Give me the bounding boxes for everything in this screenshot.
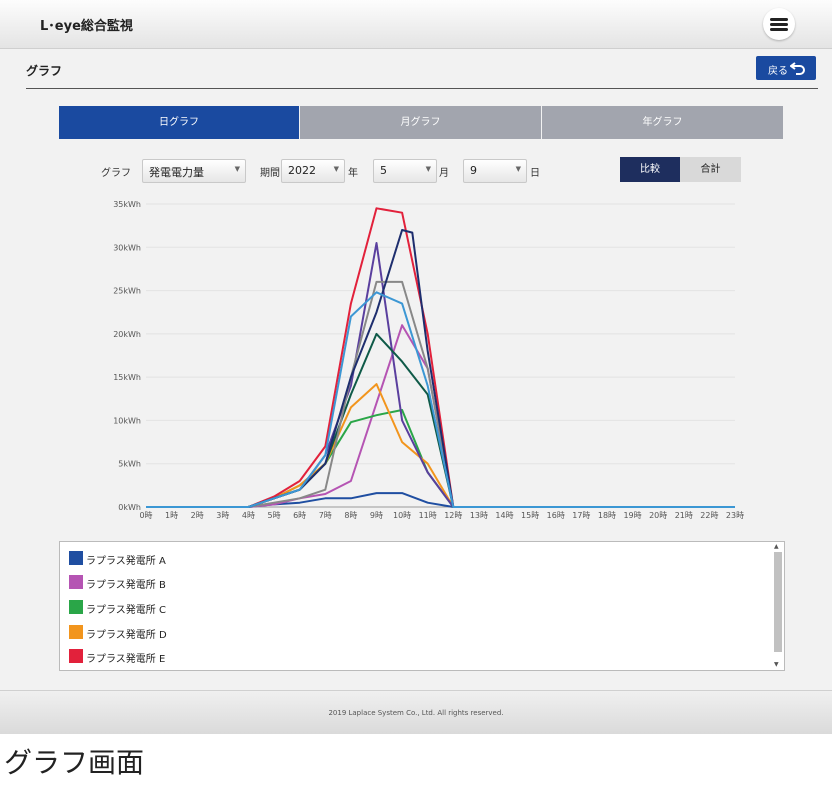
- x-tick-label: 21時: [675, 511, 693, 520]
- legend-swatch: [69, 575, 83, 589]
- tab-monthly[interactable]: 月グラフ: [300, 106, 541, 139]
- screen-caption: グラフ画面: [4, 746, 145, 779]
- series-line: [146, 291, 735, 508]
- day-select[interactable]: 9 ▼: [463, 159, 527, 183]
- power-generation-chart: 0kWh 5kWh 10kWh 15kWh 20kWh 25kWh 30kWh 35kWh 0時…: [113, 200, 744, 520]
- chevron-down-icon: ▼: [333, 165, 339, 173]
- footer: 2019 Laplace System Co., Ltd. All rights…: [0, 690, 832, 734]
- legend-label: ラプラス発電所 C: [86, 605, 166, 616]
- x-tick-label: 12時: [444, 511, 462, 520]
- back-button[interactable]: 戻る: [756, 56, 816, 80]
- app-window: L･eye総合監視 グラフ 戻る 日グラフ 月グラフ 年グラフ グラフ 発電電力…: [0, 0, 832, 734]
- month-select[interactable]: 5 ▼: [373, 159, 437, 183]
- x-tick-label: 17時: [572, 511, 590, 520]
- y-tick-label: 25kWh: [113, 287, 141, 296]
- x-tick-label: 3時: [216, 511, 229, 520]
- compare-toggle-button[interactable]: 比較: [620, 157, 680, 182]
- app-title: L･eye総合監視: [40, 19, 133, 34]
- month-value: 5: [380, 164, 387, 177]
- x-tick-label: 13時: [470, 511, 488, 520]
- graph-tabs: 日グラフ 月グラフ 年グラフ: [59, 106, 783, 139]
- graph-type-select[interactable]: 発電電力量 ▼: [142, 159, 246, 183]
- month-unit-label: 月: [439, 168, 449, 179]
- legend-swatch: [69, 649, 83, 663]
- copyright-text: 2019 Laplace System Co., Ltd. All rights…: [328, 709, 504, 717]
- legend-scrollbar[interactable]: ▲ ▼: [773, 542, 783, 670]
- y-tick-label: 30kWh: [113, 243, 141, 252]
- series-line: [146, 492, 735, 508]
- tab-yearly[interactable]: 年グラフ: [542, 106, 783, 139]
- x-tick-label: 0時: [139, 511, 152, 520]
- x-tick-label: 9時: [370, 511, 383, 520]
- x-tick-label: 11時: [419, 511, 437, 520]
- undo-arrow-icon: [790, 62, 805, 75]
- tab-daily[interactable]: 日グラフ: [59, 106, 299, 139]
- series-line: [146, 207, 735, 508]
- graph-type-value: 発電電力量: [149, 166, 204, 179]
- series-line: [146, 280, 735, 508]
- x-tick-label: 1時: [165, 511, 178, 520]
- x-tick-label: 2時: [191, 511, 204, 520]
- x-tick-label: 8時: [344, 511, 357, 520]
- scroll-up-icon[interactable]: ▲: [774, 543, 779, 550]
- x-tick-label: 10時: [393, 511, 411, 520]
- x-tick-label: 4時: [242, 511, 255, 520]
- period-label: 期間: [260, 168, 280, 179]
- y-tick-label: 15kWh: [113, 373, 141, 382]
- series-line: [146, 229, 735, 508]
- top-bar: L･eye総合監視: [0, 0, 832, 49]
- day-unit-label: 日: [530, 168, 540, 179]
- legend-swatch: [69, 625, 83, 639]
- y-tick-label: 5kWh: [118, 460, 141, 469]
- x-tick-label: 22時: [700, 511, 718, 520]
- chart-legend: ラプラス発電所 A ラプラス発電所 B ラプラス発電所 C ラプラス発電所 D …: [59, 541, 785, 671]
- y-tick-label: 10kWh: [113, 416, 141, 425]
- legend-swatch: [69, 600, 83, 614]
- chevron-down-icon: ▼: [425, 165, 431, 173]
- x-tick-label: 15時: [521, 511, 539, 520]
- year-unit-label: 年: [348, 168, 358, 179]
- scroll-down-icon[interactable]: ▼: [774, 661, 779, 668]
- hamburger-menu-icon[interactable]: [763, 8, 795, 40]
- x-tick-label: 5時: [267, 511, 280, 520]
- graph-type-label: グラフ: [101, 168, 131, 179]
- chevron-down-icon: ▼: [515, 165, 521, 173]
- legend-label: ラプラス発電所 B: [86, 580, 166, 591]
- total-toggle-button[interactable]: 合計: [680, 157, 741, 182]
- legend-label: ラプラス発電所 A: [86, 556, 166, 567]
- scroll-thumb[interactable]: [774, 552, 782, 652]
- x-tick-label: 7時: [319, 511, 332, 520]
- legend-label: ラプラス発電所 E: [86, 654, 166, 665]
- year-select[interactable]: 2022 ▼: [281, 159, 345, 183]
- x-tick-label: 19時: [623, 511, 641, 520]
- y-tick-label: 20kWh: [113, 330, 141, 339]
- day-value: 9: [470, 164, 477, 177]
- x-tick-label: 20時: [649, 511, 667, 520]
- x-tick-label: 23時: [726, 511, 744, 520]
- page-title: グラフ: [26, 64, 63, 78]
- page-header: グラフ 戻る: [26, 48, 818, 89]
- x-tick-label: 16時: [547, 511, 565, 520]
- legend-swatch: [69, 551, 83, 565]
- x-tick-label: 6時: [293, 511, 306, 520]
- year-value: 2022: [288, 164, 316, 177]
- y-tick-label: 35kWh: [113, 200, 141, 209]
- series-line: [146, 242, 735, 508]
- x-tick-label: 18時: [598, 511, 616, 520]
- y-tick-label: 0kWh: [118, 503, 141, 512]
- chevron-down-icon: ▼: [234, 165, 240, 173]
- x-tick-label: 14時: [495, 511, 513, 520]
- back-button-label: 戻る: [768, 66, 788, 77]
- legend-label: ラプラス発電所 D: [86, 630, 167, 641]
